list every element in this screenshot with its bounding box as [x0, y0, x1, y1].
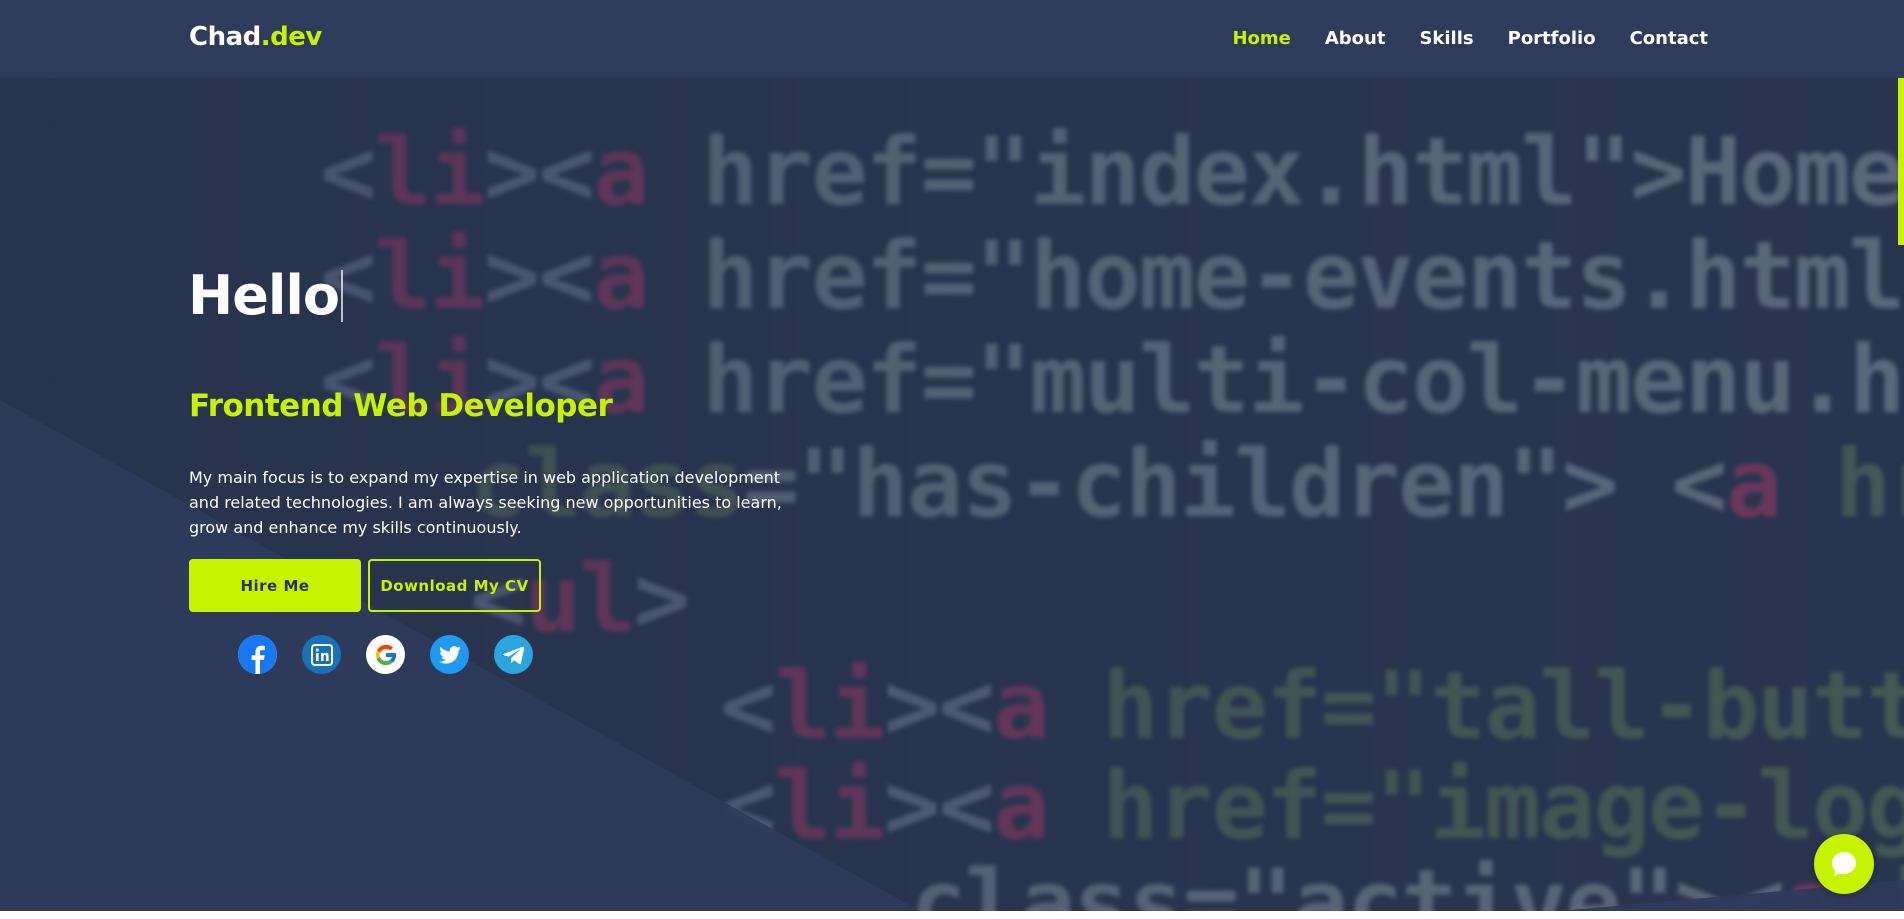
- typing-cursor: [340, 269, 343, 322]
- telegram-link[interactable]: [494, 635, 533, 674]
- hero-role: Frontend Web Developer: [189, 388, 613, 424]
- download-cv-button[interactable]: Download My CV: [368, 559, 541, 612]
- linkedin-link[interactable]: [302, 635, 341, 674]
- nav-contact[interactable]: Contact: [1630, 28, 1708, 49]
- google-icon: [375, 644, 397, 665]
- nav-portfolio[interactable]: Portfolio: [1508, 28, 1596, 49]
- facebook-link[interactable]: [238, 635, 277, 674]
- nav-about[interactable]: About: [1325, 28, 1386, 49]
- navbar: Chad.dev Home About Skills Portfolio Con…: [0, 0, 1904, 78]
- twitter-link[interactable]: [430, 635, 469, 674]
- google-link[interactable]: [366, 635, 405, 674]
- hero-greeting: Hello: [188, 264, 343, 327]
- hero-section: <li><a href="index.html">Home</a>< <li><…: [0, 0, 1904, 911]
- page: <li><a href="index.html">Home</a>< <li><…: [0, 0, 1904, 919]
- hero-description: My main focus is to expand my expertise …: [189, 468, 782, 537]
- nav-home[interactable]: Home: [1232, 28, 1290, 49]
- nav-skills[interactable]: Skills: [1419, 28, 1473, 49]
- chat-bubble-icon: [1832, 852, 1856, 876]
- hero-overlay: [0, 0, 1904, 911]
- telegram-icon: [502, 646, 524, 664]
- hire-me-button[interactable]: Hire Me: [189, 559, 361, 612]
- linkedin-icon: [310, 643, 333, 666]
- social-links: [238, 635, 533, 674]
- logo[interactable]: Chad.dev: [189, 22, 322, 52]
- chat-widget-button[interactable]: [1814, 834, 1874, 894]
- nav-menu: Home About Skills Portfolio Contact: [1232, 28, 1708, 49]
- facebook-icon: [238, 635, 277, 674]
- twitter-icon: [438, 645, 461, 664]
